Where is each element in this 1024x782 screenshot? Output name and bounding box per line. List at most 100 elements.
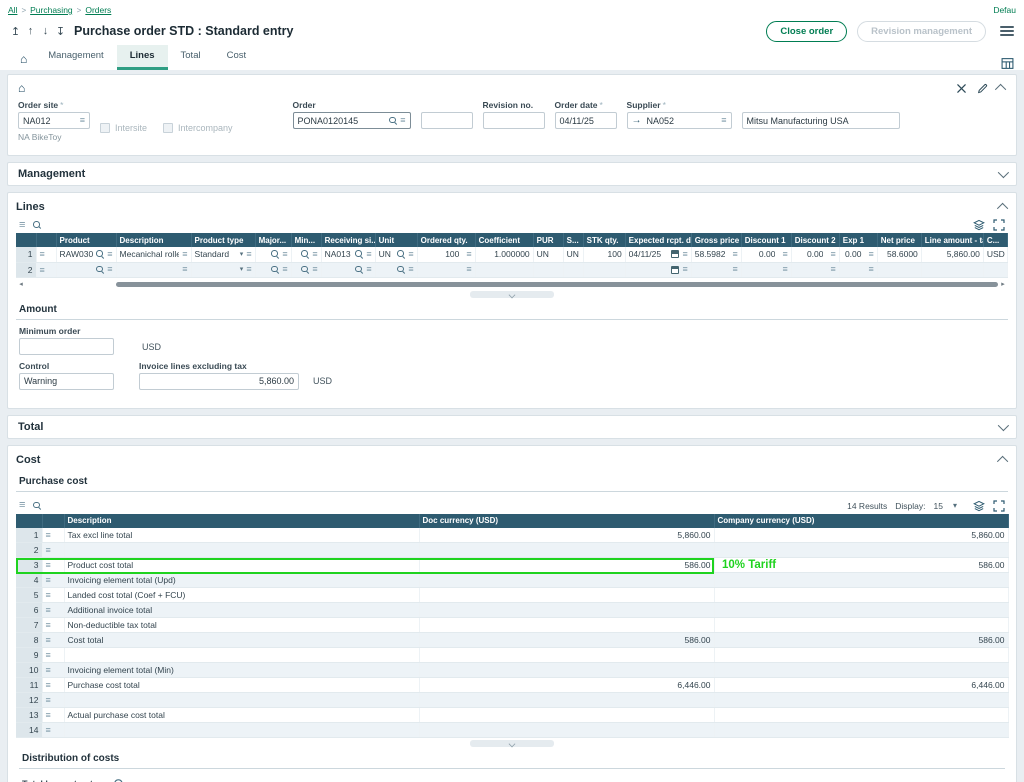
cell-receiving-site[interactable]: NA013 — [321, 247, 375, 262]
col-line-amount[interactable]: Line amount - tax — [921, 233, 983, 247]
lookup-list-icon[interactable] — [732, 265, 737, 274]
cell-gross-price[interactable]: 58.5982 — [691, 247, 741, 262]
grid-menu-icon[interactable] — [19, 501, 25, 510]
cell-doc-currency[interactable] — [419, 588, 714, 603]
lookup-list-icon[interactable] — [312, 250, 317, 259]
grid-menu-icon[interactable] — [19, 221, 25, 230]
lookup-list-icon[interactable] — [408, 265, 413, 274]
tools-icon[interactable] — [956, 83, 967, 94]
display-options-icon[interactable] — [973, 219, 985, 231]
cell-description[interactable] — [64, 648, 419, 663]
cell-exp1[interactable]: 0.00 — [839, 247, 877, 262]
close-order-button[interactable]: Close order — [766, 21, 847, 42]
tab-total[interactable]: Total — [168, 45, 214, 70]
cell-doc-currency[interactable]: 6,446.00 — [419, 678, 714, 693]
cell-major[interactable] — [255, 247, 291, 262]
lookup-list-icon[interactable] — [282, 265, 287, 274]
cell-doc-currency[interactable] — [419, 708, 714, 723]
scrollbar-thumb[interactable] — [116, 282, 998, 287]
breadcrumb-purchasing[interactable]: Purchasing — [30, 5, 73, 15]
cell-description[interactable]: Mecanichal roller — [116, 247, 191, 262]
col-unit[interactable]: Unit — [375, 233, 417, 247]
row-number[interactable]: 1 — [16, 247, 36, 262]
order-suffix-input[interactable] — [421, 112, 473, 129]
col-discount1[interactable]: Discount 1 — [741, 233, 791, 247]
lookup-list-icon[interactable] — [107, 265, 112, 274]
col-ordered-qty[interactable]: Ordered qty. — [417, 233, 475, 247]
drag-handle[interactable] — [42, 723, 64, 738]
col-coefficient[interactable]: Coefficient — [475, 233, 533, 247]
cell-description[interactable] — [64, 693, 419, 708]
scroll-down-pill[interactable] — [470, 740, 554, 747]
cell-description[interactable]: Landed cost total (Coef + FCU) — [64, 588, 419, 603]
cell-description[interactable]: Actual purchase cost total — [64, 708, 419, 723]
cell-company-currency[interactable] — [714, 573, 1008, 588]
cell-doc-currency[interactable]: 586.00 — [419, 633, 714, 648]
lookup-list-icon[interactable] — [400, 116, 405, 125]
row-number[interactable]: 2 — [16, 262, 36, 277]
col-product-type[interactable]: Product type — [191, 233, 255, 247]
lookup-list-icon[interactable] — [782, 265, 787, 274]
display-value[interactable]: 15 — [934, 501, 943, 511]
col-description[interactable]: Description — [64, 514, 419, 528]
table-row[interactable]: 8Cost total586.00586.00 — [16, 633, 1008, 648]
control-input[interactable]: Warning — [19, 373, 114, 390]
order-input[interactable]: PONA0120145 — [293, 112, 411, 129]
col-s[interactable]: S... — [563, 233, 583, 247]
scroll-right-icon[interactable]: ▸ — [998, 280, 1008, 288]
first-record-icon[interactable]: ↥ — [8, 25, 23, 38]
search-icon[interactable] — [397, 266, 405, 274]
cell-description[interactable] — [64, 543, 419, 558]
next-record-icon[interactable]: ↓ — [38, 25, 53, 37]
col-company-currency[interactable]: Company currency (USD) — [714, 514, 1008, 528]
cell-doc-currency[interactable] — [419, 618, 714, 633]
lookup-list-icon[interactable] — [830, 265, 835, 274]
table-row[interactable]: 4Invoicing element total (Upd) — [16, 573, 1008, 588]
col-doc-currency[interactable]: Doc currency (USD) — [419, 514, 714, 528]
table-row[interactable]: 6Additional invoice total — [16, 603, 1008, 618]
drag-handle[interactable] — [42, 543, 64, 558]
cell-company-currency[interactable] — [714, 708, 1008, 723]
cell-company-currency[interactable]: 586.00 — [714, 633, 1008, 648]
col-min[interactable]: Min... — [291, 233, 321, 247]
cell-doc-currency[interactable]: 5,860.00 — [419, 528, 714, 543]
drag-handle[interactable] — [42, 573, 64, 588]
cell-description[interactable] — [64, 723, 419, 738]
drag-handle[interactable] — [42, 603, 64, 618]
lookup-list-icon[interactable] — [869, 265, 874, 274]
lines-row-1[interactable]: 1 RAW030 Mecanichal roller Standard NA01… — [16, 247, 1008, 262]
lookup-list-icon[interactable] — [466, 265, 471, 274]
lookup-list-icon[interactable] — [682, 265, 687, 274]
drag-handle[interactable] — [42, 633, 64, 648]
cell-line-amount[interactable]: 5,860.00 — [921, 247, 983, 262]
calendar-icon[interactable] — [671, 250, 679, 258]
lookup-list-icon[interactable] — [107, 250, 112, 259]
cell-exp1[interactable] — [839, 262, 877, 277]
cell-company-currency[interactable]: 5,860.00 — [714, 528, 1008, 543]
lookup-list-icon[interactable] — [246, 250, 251, 259]
lookup-list-icon[interactable] — [312, 265, 317, 274]
table-row[interactable]: 13Actual purchase cost total — [16, 708, 1008, 723]
col-currency[interactable]: C... — [983, 233, 1007, 247]
search-icon[interactable] — [355, 266, 363, 274]
table-row[interactable]: 7Non-deductible tax total — [16, 618, 1008, 633]
cell-discount2[interactable]: 0.00 — [791, 247, 839, 262]
cell-doc-currency[interactable] — [419, 573, 714, 588]
cell-receiving-site[interactable] — [321, 262, 375, 277]
drag-handle[interactable] — [42, 648, 64, 663]
lookup-list-icon[interactable] — [782, 250, 787, 259]
chevron-down-icon[interactable] — [998, 419, 1009, 430]
fullscreen-icon[interactable] — [993, 500, 1005, 512]
cell-company-currency[interactable] — [714, 603, 1008, 618]
cell-net-price[interactable]: 58.6000 — [877, 247, 921, 262]
search-icon[interactable] — [271, 250, 279, 258]
cell-unit[interactable] — [375, 262, 417, 277]
cell-pur[interactable]: UN — [533, 247, 563, 262]
search-icon[interactable] — [355, 250, 363, 258]
cell-product-type[interactable] — [191, 262, 255, 277]
calendar-icon[interactable] — [671, 266, 679, 274]
drag-handle[interactable] — [36, 247, 56, 262]
section-total[interactable]: Total — [7, 415, 1017, 439]
lookup-list-icon[interactable] — [466, 250, 471, 259]
cell-company-currency[interactable] — [714, 543, 1008, 558]
